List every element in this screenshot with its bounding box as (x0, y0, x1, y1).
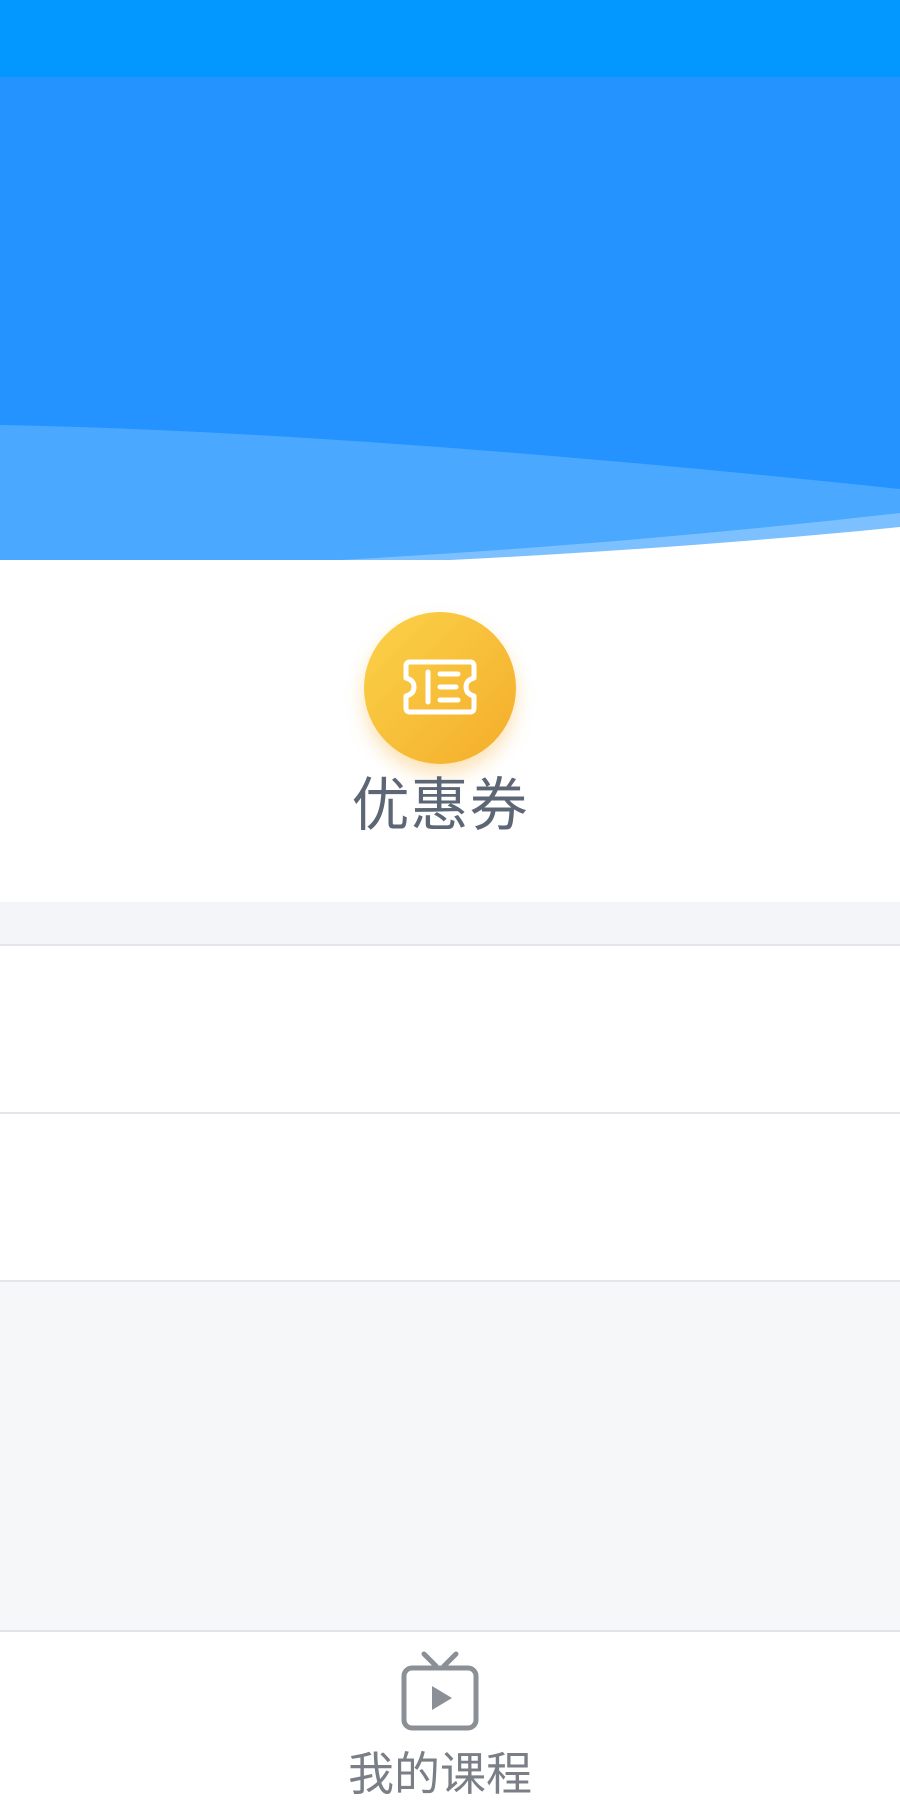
coupon-label: 优惠券 (351, 771, 529, 839)
tv-play-icon (400, 1650, 480, 1732)
list-item[interactable] (0, 944, 900, 1112)
header-wave-decoration (0, 425, 900, 577)
header-banner (0, 77, 900, 577)
list-divider (0, 1280, 900, 1282)
section-gap (0, 902, 900, 944)
coupon-entry[interactable]: 优惠券 (345, 612, 535, 839)
status-bar (0, 0, 900, 77)
tab-my-courses-label: 我的课程 (348, 1747, 532, 1800)
ticket-icon (364, 612, 516, 764)
bottom-tab-bar: 我的课程 (0, 1630, 900, 1800)
tab-my-courses[interactable]: 我的课程 (330, 1650, 550, 1800)
list-item[interactable] (0, 1112, 900, 1280)
profile-page: 优惠券 我的课程 (0, 0, 900, 1800)
